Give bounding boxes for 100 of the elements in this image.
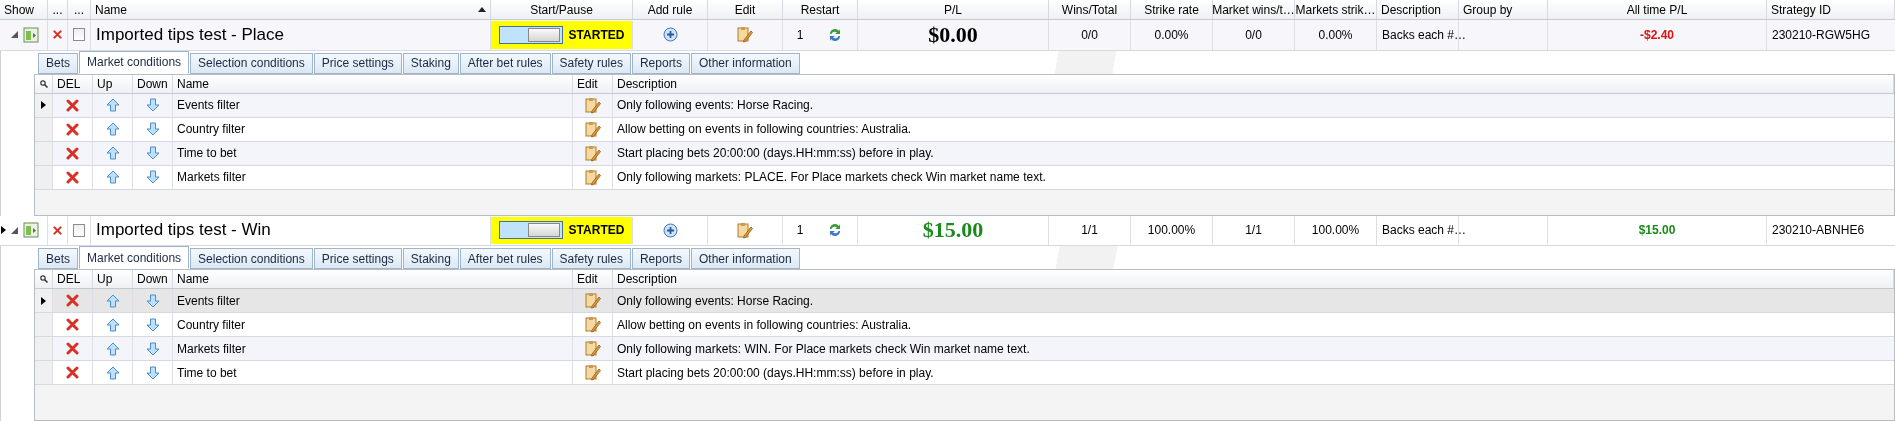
column-header[interactable]: Up — [93, 270, 133, 288]
column-header[interactable]: Restart — [783, 0, 858, 20]
tab[interactable]: Safety rules — [551, 248, 631, 269]
arrow-up-icon[interactable] — [105, 365, 120, 380]
arrow-down-icon[interactable] — [145, 98, 160, 112]
rule-row[interactable]: Events filter Only following events: Horse Racing. — [35, 93, 1894, 118]
column-header[interactable]: Description — [613, 74, 1894, 93]
start-pause-toggle[interactable] — [498, 25, 563, 44]
column-header[interactable]: Strike rate — [1131, 0, 1213, 20]
delete-icon[interactable] — [66, 98, 79, 112]
edit-icon[interactable] — [584, 120, 601, 138]
column-header[interactable]: Up — [93, 74, 133, 93]
column-header[interactable]: Start/Pause — [491, 0, 633, 20]
tab[interactable]: Staking — [402, 52, 459, 74]
tab[interactable]: Bets — [38, 52, 78, 74]
delete-icon[interactable] — [53, 223, 62, 237]
column-header[interactable]: DEL — [53, 74, 93, 93]
arrow-down-icon[interactable] — [145, 317, 160, 332]
edit-icon[interactable] — [584, 364, 601, 381]
column-header[interactable]: ... — [48, 0, 68, 20]
tab[interactable]: Other information — [690, 248, 800, 269]
tab[interactable]: Staking — [402, 248, 459, 269]
column-header[interactable]: Name — [173, 74, 573, 93]
column-header[interactable]: Market wins/t… — [1213, 0, 1295, 20]
strategy-row[interactable]: Imported tips test - Place STARTED 1 $0.00 0/0 0.00% 0/0 0.00% Backs each #… -$2.40 230210-RGW5HG — [0, 20, 1895, 51]
rule-row[interactable]: Time to bet Start placing bets 20:00:00 (days.HH:mm:ss) before in play. — [35, 361, 1894, 385]
panel-icon[interactable] — [23, 222, 39, 239]
search-icon[interactable] — [39, 79, 48, 88]
edit-icon[interactable] — [584, 340, 601, 357]
column-header[interactable]: ... — [68, 0, 91, 20]
edit-icon[interactable] — [584, 144, 601, 162]
column-header[interactable]: P/L — [858, 0, 1049, 20]
column-header[interactable]: Down — [133, 74, 173, 93]
edit-icon[interactable] — [584, 292, 601, 309]
delete-icon[interactable] — [53, 28, 62, 42]
column-header[interactable]: Edit — [573, 270, 613, 288]
tab[interactable]: Market conditions — [79, 246, 190, 269]
arrow-up-icon[interactable] — [105, 122, 120, 136]
search-icon[interactable] — [39, 275, 48, 283]
delete-icon[interactable] — [66, 318, 79, 331]
rule-row[interactable]: Time to bet Start placing bets 20:00:00 (days.HH:mm:ss) before in play. — [35, 141, 1894, 166]
expand-icon[interactable] — [11, 226, 18, 234]
tab[interactable]: Reports — [631, 248, 690, 269]
arrow-down-icon[interactable] — [145, 365, 160, 380]
tab[interactable]: Bets — [38, 248, 78, 269]
column-header[interactable]: Description — [1377, 0, 1459, 20]
tab[interactable]: After bet rules — [459, 248, 551, 269]
arrow-down-icon[interactable] — [145, 122, 160, 136]
arrow-down-icon[interactable] — [145, 146, 160, 160]
arrow-up-icon[interactable] — [105, 317, 120, 332]
column-header[interactable]: Group by — [1459, 0, 1548, 20]
rule-row[interactable]: Country filter Allow betting on events in following countries: Australia. — [35, 117, 1894, 142]
rule-row[interactable]: Markets filter Only following markets: PLACE. For Place markets check Win market name text. — [35, 165, 1894, 190]
column-header[interactable]: Edit — [573, 74, 613, 93]
column-header[interactable]: Down — [133, 270, 173, 288]
arrow-up-icon[interactable] — [105, 146, 120, 160]
delete-icon[interactable] — [66, 122, 79, 136]
tab[interactable]: Selection conditions — [190, 248, 313, 269]
edit-icon[interactable] — [584, 96, 601, 114]
column-header[interactable]: Add rule — [633, 0, 708, 20]
column-header[interactable]: Name — [173, 270, 573, 288]
delete-icon[interactable] — [66, 366, 79, 379]
column-header[interactable]: Strategy ID — [1767, 0, 1895, 20]
tab[interactable]: Price settings — [313, 52, 402, 74]
row-selector[interactable] — [35, 93, 53, 117]
checkbox[interactable] — [73, 223, 85, 237]
row-selector[interactable] — [35, 289, 53, 312]
start-pause-toggle[interactable] — [498, 221, 563, 240]
rule-row[interactable]: Country filter Allow betting on events in following countries: Australia. — [35, 313, 1894, 337]
arrow-down-icon[interactable] — [145, 341, 160, 356]
column-header[interactable]: All time P/L — [1548, 0, 1767, 20]
column-header[interactable]: Description — [613, 270, 1894, 288]
arrow-down-icon[interactable] — [145, 170, 160, 184]
column-header[interactable]: DEL — [53, 270, 93, 288]
tab[interactable]: Price settings — [313, 248, 402, 269]
column-header[interactable]: Edit — [708, 0, 783, 20]
tab[interactable]: Selection conditions — [190, 52, 313, 74]
plus-circle-icon[interactable] — [662, 27, 678, 43]
delete-icon[interactable] — [66, 170, 79, 184]
panel-icon[interactable] — [23, 26, 39, 43]
plus-circle-icon[interactable] — [662, 222, 678, 238]
tab[interactable]: After bet rules — [459, 52, 551, 74]
tab[interactable]: Market conditions — [79, 50, 190, 74]
column-header[interactable]: Name — [91, 0, 491, 20]
delete-icon[interactable] — [66, 294, 79, 307]
edit-icon[interactable] — [737, 26, 753, 44]
strategy-row[interactable]: Imported tips test - Win STARTED 1 $15.00 1/1 100.00% 1/1 100.00% Backs each #… $15.00 230210-ABNHE6 — [0, 215, 1895, 246]
arrow-up-icon[interactable] — [105, 170, 120, 184]
tab[interactable]: Reports — [631, 52, 690, 74]
arrow-down-icon[interactable] — [145, 293, 160, 308]
arrow-up-icon[interactable] — [105, 98, 120, 112]
arrow-up-icon[interactable] — [105, 341, 120, 356]
delete-icon[interactable] — [66, 146, 79, 160]
column-header[interactable]: Show — [0, 0, 48, 20]
rule-row[interactable]: Events filter Only following events: Horse Racing. — [35, 289, 1894, 313]
tab[interactable]: Safety rules — [551, 52, 631, 74]
column-header[interactable]: Wins/Total — [1049, 0, 1131, 20]
column-header[interactable]: Markets strik… — [1295, 0, 1377, 20]
rule-row[interactable]: Markets filter Only following markets: WIN. For Place markets check Win market name text. — [35, 337, 1894, 361]
delete-icon[interactable] — [66, 342, 79, 355]
